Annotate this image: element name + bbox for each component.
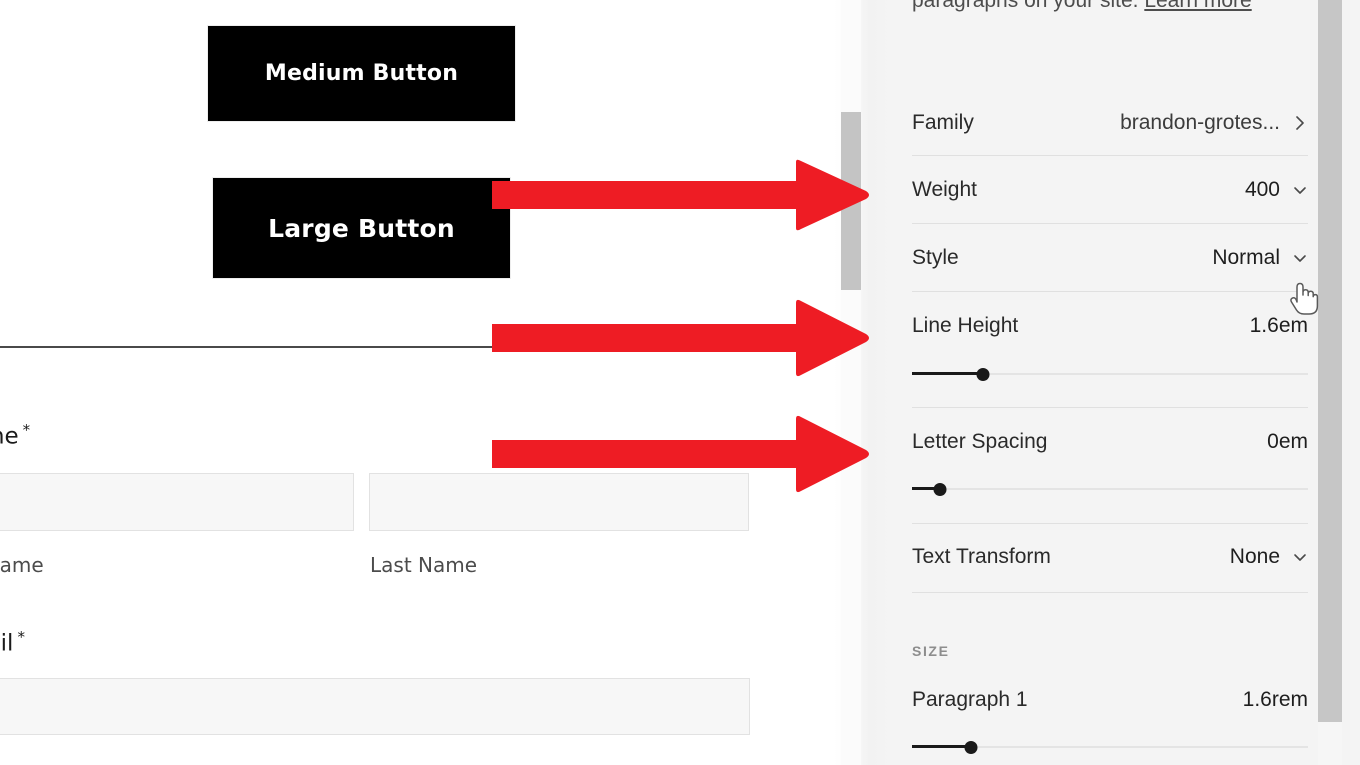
line-height-slider[interactable] xyxy=(912,366,1308,382)
email-input[interactable] xyxy=(0,678,750,735)
chevron-down-icon[interactable] xyxy=(1292,182,1308,198)
slider-thumb[interactable] xyxy=(933,483,947,496)
slider-fill xyxy=(912,372,984,375)
row-line-height-label: Line Height xyxy=(912,314,1019,337)
medium-button[interactable]: Medium Button xyxy=(208,26,515,121)
row-style[interactable]: Style Normal xyxy=(912,241,1308,275)
large-button[interactable]: Large Button xyxy=(213,178,510,278)
chevron-down-icon[interactable] xyxy=(1292,250,1308,266)
first-name-input[interactable] xyxy=(0,473,354,531)
pointer-hand-cursor xyxy=(1286,278,1320,318)
size-section-title: SIZE xyxy=(912,643,950,659)
row-letter-spacing: Letter Spacing 0em xyxy=(912,425,1308,459)
row-family[interactable]: Family brandon-grotes... xyxy=(912,106,1308,140)
row-letter-spacing-value: 0em xyxy=(1267,430,1308,453)
page-scrollbar-thumb[interactable] xyxy=(1318,0,1342,722)
email-field-label: nail* xyxy=(0,628,25,657)
chevron-down-icon[interactable] xyxy=(1292,549,1308,565)
row-family-label: Family xyxy=(912,111,974,134)
name-field-label: ame* xyxy=(0,421,30,450)
row-style-value: Normal xyxy=(1212,246,1280,269)
separator-2 xyxy=(912,223,1308,224)
name-label-text: ame xyxy=(0,423,19,450)
chevron-right-icon xyxy=(1292,115,1308,131)
panel-intro-text: paragraphs on your site. Learn more xyxy=(912,0,1312,18)
letter-spacing-slider[interactable] xyxy=(912,481,1308,497)
intro-body: paragraphs on your site. xyxy=(912,0,1145,12)
slider-thumb[interactable] xyxy=(976,368,990,381)
separator-1 xyxy=(912,155,1308,156)
row-weight[interactable]: Weight 400 xyxy=(912,173,1308,207)
row-family-value: brandon-grotes... xyxy=(1120,111,1280,134)
slider-thumb[interactable] xyxy=(964,741,978,754)
learn-more-link[interactable]: Learn more xyxy=(1144,0,1251,12)
typography-style-panel: paragraphs on your site. Learn more Fami… xyxy=(818,0,1360,765)
separator-3 xyxy=(912,291,1308,292)
row-text-transform[interactable]: Text Transform None xyxy=(912,540,1308,574)
separator-6 xyxy=(912,592,1308,593)
screenshot-root: Medium Button Large Button ame* st Name … xyxy=(0,0,1360,765)
row-line-height: Line Height 1.6em xyxy=(912,309,1308,343)
row-weight-value: 400 xyxy=(1244,178,1280,201)
first-name-sublabel: st Name xyxy=(0,553,44,577)
row-paragraph-1: Paragraph 1 1.6rem xyxy=(912,683,1308,717)
slider-fill xyxy=(912,745,972,748)
arrow-line-height-row xyxy=(492,296,870,380)
last-name-sublabel: Last Name xyxy=(370,553,478,577)
separator-5 xyxy=(912,523,1308,524)
row-weight-label: Weight xyxy=(912,178,977,201)
arrow-weight-row xyxy=(492,158,870,232)
email-required-marker: * xyxy=(17,628,25,646)
separator-4 xyxy=(912,407,1308,408)
slider-track xyxy=(912,488,1308,490)
name-required-marker: * xyxy=(22,421,31,439)
paragraph-1-size-slider[interactable] xyxy=(912,739,1308,755)
row-style-label: Style xyxy=(912,246,959,269)
arrow-letter-spacing-row xyxy=(492,412,870,496)
row-paragraph-1-label: Paragraph 1 xyxy=(912,688,1028,711)
row-text-transform-label: Text Transform xyxy=(912,545,1051,568)
email-label-text: nail xyxy=(0,630,14,657)
site-preview-canvas[interactable]: Medium Button Large Button ame* st Name … xyxy=(0,0,818,765)
row-paragraph-1-value: 1.6rem xyxy=(1242,688,1308,711)
row-text-transform-value: None xyxy=(1229,545,1280,568)
row-letter-spacing-label: Letter Spacing xyxy=(912,430,1048,453)
